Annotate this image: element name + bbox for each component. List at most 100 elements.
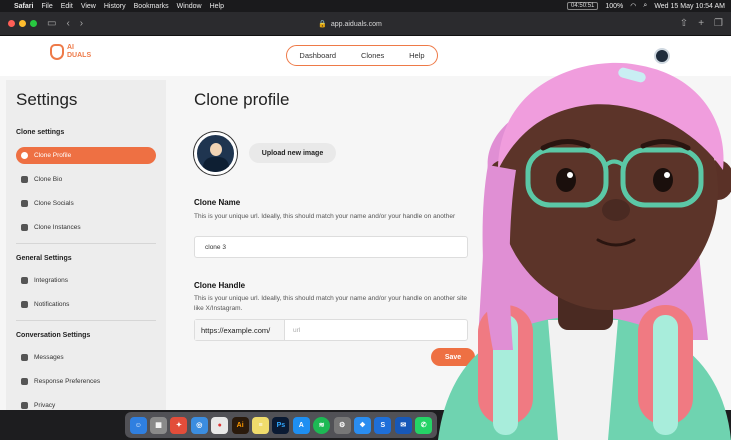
minimize-window-button[interactable] [19, 20, 26, 27]
illustrator-icon[interactable]: Ai [231, 416, 249, 434]
sidebar-item-notifications[interactable]: Notifications [16, 296, 156, 313]
sidebar-item-messages[interactable]: Messages [16, 349, 156, 366]
profile-head-shape [210, 143, 222, 156]
timer-readout[interactable]: 04:50:51 [567, 2, 599, 10]
edit-icon [21, 301, 28, 308]
macos-menubar: Safari File Edit View History Bookmarks … [0, 0, 731, 12]
sidebar-item-clone-bio[interactable]: Clone Bio [16, 171, 156, 188]
chrome-icon[interactable]: ● [211, 416, 229, 434]
menubar-status-area: 04:50:51 100% ◠ ⌕ Wed 15 May 10:54 AM [567, 2, 725, 10]
menubar-app-name[interactable]: Safari [14, 3, 33, 10]
avatar-eye-left-glint [567, 172, 573, 178]
user-circle-icon [21, 152, 28, 159]
sidebar-item-label: Messages [34, 354, 64, 361]
grid-icon [21, 277, 28, 284]
clone-handle-label: Clone Handle [194, 281, 246, 290]
safari-icon[interactable]: ◎ [190, 416, 208, 434]
sidebar-item-clone-socials[interactable]: Clone Socials [16, 195, 156, 212]
wifi-icon[interactable]: ◠ [630, 2, 636, 10]
menubar-datetime[interactable]: Wed 15 May 10:54 AM [654, 3, 725, 10]
zoom-window-button[interactable] [30, 20, 37, 27]
avatar-eye-right-glint [664, 172, 670, 178]
share-icon[interactable]: ⇧ [680, 18, 688, 29]
spotify-icon[interactable]: ≋ [313, 416, 331, 434]
forward-icon[interactable]: › [80, 18, 83, 29]
nav-clones[interactable]: Clones [361, 51, 384, 60]
sidebar-title: Settings [16, 90, 78, 109]
address-bar[interactable]: 🔒 app.aiduals.com [200, 17, 500, 31]
handle-url-prefix: https://example.com/ [195, 320, 285, 340]
macos-dock: ☺ ▦ ✦ ◎ ● Ai ≡ Ps A ≋ ⚙ ❖ S ✉ ✆ [125, 412, 437, 438]
logo-text-line2: DUALS [67, 52, 92, 59]
nav-dashboard[interactable]: Dashboard [299, 51, 336, 60]
settings-icon[interactable]: ⚙ [333, 416, 351, 434]
chat-bubble-icon [21, 354, 28, 361]
sidebar-item-integrations[interactable]: Integrations [16, 272, 156, 289]
figma-icon[interactable]: ✦ [170, 416, 188, 434]
address-bar-url: app.aiduals.com [330, 20, 382, 28]
sidebar-item-privacy[interactable]: Privacy [16, 397, 156, 410]
browser-toolbar: ▭ ‹ › 🔒 app.aiduals.com ⇧ + ❐ [0, 12, 731, 36]
sidebar-item-label: Notifications [34, 301, 70, 308]
menu-view[interactable]: View [81, 3, 96, 10]
sidebar-item-label: Integrations [34, 277, 68, 284]
grid-icon [21, 200, 28, 207]
avatar-overlay [438, 62, 731, 440]
finder-icon[interactable]: ☺ [129, 416, 147, 434]
sidebar-item-label: Clone Bio [34, 176, 63, 183]
window-controls [8, 20, 37, 27]
avatar-cord-right [653, 315, 678, 435]
sidebar-divider [16, 320, 156, 321]
sidebar-item-response-preferences[interactable]: Response Preferences [16, 373, 156, 390]
clone-name-label: Clone Name [194, 198, 241, 207]
logo-mark-icon [50, 44, 64, 60]
menu-file[interactable]: File [41, 3, 52, 10]
logo-text-line1: AI [67, 44, 74, 51]
shield-icon [21, 402, 28, 409]
close-window-button[interactable] [8, 20, 15, 27]
notes-icon[interactable]: ≡ [252, 416, 270, 434]
sidebar-item-label: Clone Profile [34, 152, 72, 159]
app-store-icon[interactable]: A [292, 416, 310, 434]
menu-edit[interactable]: Edit [61, 3, 73, 10]
id-card-icon [21, 176, 28, 183]
teams-icon[interactable]: ❖ [353, 416, 371, 434]
edit-icon [21, 378, 28, 385]
page-title: Clone profile [194, 90, 290, 109]
upload-image-button[interactable]: Upload new image [249, 143, 336, 163]
clone-handle-field: https://example.com/ [194, 319, 468, 341]
section-conversation-settings: Conversation Settings [16, 332, 91, 339]
search-icon[interactable]: ⌕ [643, 2, 647, 10]
sidebar-item-label: Clone Socials [34, 200, 74, 207]
photoshop-icon[interactable]: Ps [272, 416, 290, 434]
clone-handle-help: This is your unique url. Ideally, this s… [194, 295, 468, 312]
sidebar-toggle-icon[interactable]: ▭ [47, 18, 56, 29]
menu-bookmarks[interactable]: Bookmarks [134, 3, 169, 10]
sidebar-item-clone-profile[interactable]: Clone Profile [16, 147, 156, 164]
clone-profile-image[interactable] [194, 132, 237, 175]
sidebar-divider [16, 243, 156, 244]
battery-percent[interactable]: 100% [605, 3, 623, 10]
launchpad-icon[interactable]: ▦ [150, 416, 168, 434]
profile-body-shape [203, 157, 229, 172]
avatar-eye-right [653, 168, 673, 192]
sidebar-item-clone-instances[interactable]: Clone Instances [16, 219, 156, 236]
back-icon[interactable]: ‹ [66, 18, 69, 29]
sidebar-item-label: Response Preferences [34, 378, 101, 385]
tab-overview-icon[interactable]: ❐ [714, 18, 723, 29]
new-tab-icon[interactable]: + [698, 18, 704, 29]
skype-icon[interactable]: S [374, 416, 392, 434]
menu-help[interactable]: Help [210, 3, 224, 10]
section-clone-settings: Clone settings [16, 129, 65, 136]
clone-name-input[interactable] [194, 236, 468, 258]
menu-history[interactable]: History [104, 3, 126, 10]
section-general-settings: General Settings [16, 255, 72, 262]
whatsapp-icon[interactable]: ✆ [415, 416, 433, 434]
main-nav: Dashboard Clones Help [286, 45, 438, 66]
aiduals-logo[interactable]: AI DUALS [50, 44, 91, 60]
outlook-icon[interactable]: ✉ [394, 416, 412, 434]
menu-window[interactable]: Window [177, 3, 202, 10]
avatar-nose [602, 199, 630, 221]
avatar-shirt [548, 320, 618, 440]
nav-help[interactable]: Help [409, 51, 424, 60]
